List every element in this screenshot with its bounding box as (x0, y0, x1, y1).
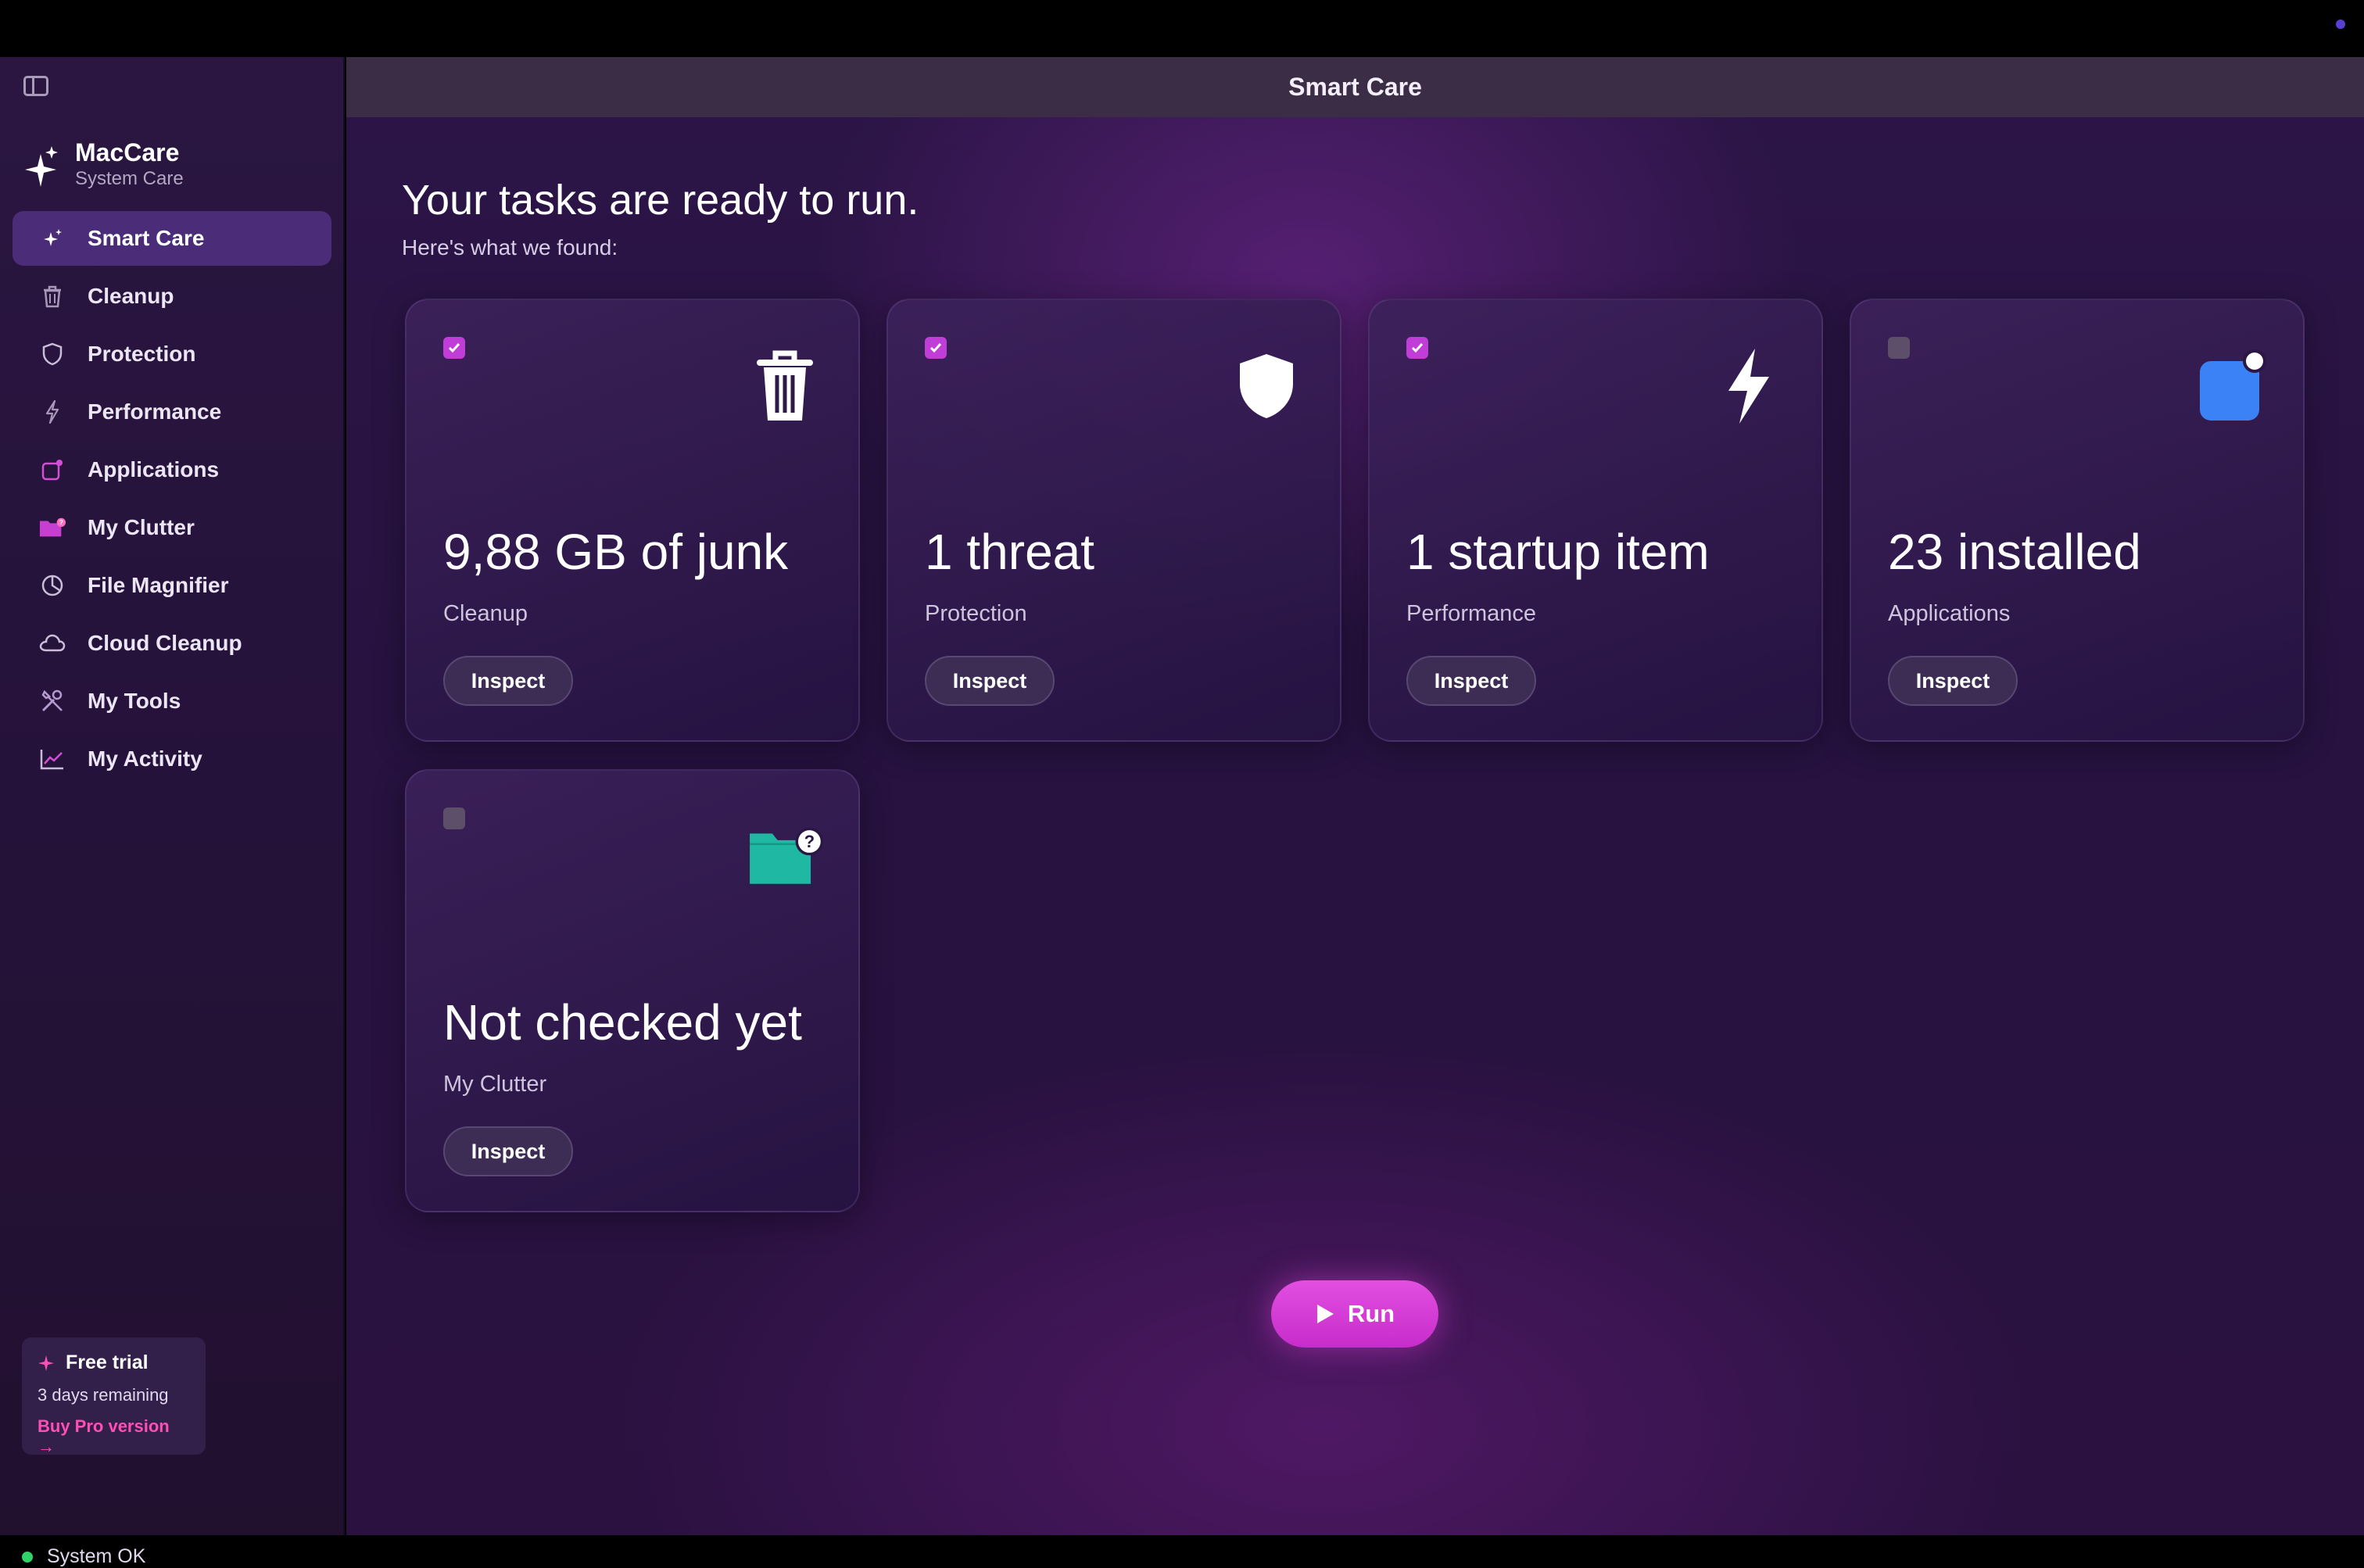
inspect-button[interactable]: Inspect (1406, 656, 1536, 706)
sidebar-item-label: My Tools (88, 689, 181, 713)
task-card-performance: 1 startup item Performance Inspect (1368, 299, 1823, 742)
sidebar-item-label: Cloud Cleanup (88, 631, 242, 655)
task-checkbox[interactable] (443, 807, 465, 829)
window-title: Smart Care (346, 57, 2364, 117)
sidebar-item-label: Protection (88, 342, 196, 366)
inspect-button[interactable]: Inspect (443, 656, 573, 706)
bolt-icon (1709, 343, 1787, 429)
trial-remaining: 3 days remaining (38, 1385, 169, 1405)
sparkle-icon (39, 225, 66, 252)
inspect-button[interactable]: Inspect (1888, 656, 2018, 706)
card-value: 1 threat (925, 524, 1095, 580)
trash-icon (39, 283, 66, 310)
sidebar-item-label: My Activity (88, 746, 202, 771)
task-card-my-clutter: ? Not checked yet My Clutter Inspect (405, 769, 860, 1212)
buy-pro-link[interactable]: Buy Pro version → (38, 1416, 190, 1457)
card-label: Protection (925, 601, 1027, 626)
sidebar-toggle-icon[interactable] (23, 76, 48, 96)
status-dot-indicator (2336, 20, 2345, 29)
sidebar-item-cloud-cleanup[interactable]: Cloud Cleanup (13, 616, 331, 671)
brand: MacCare System Care (23, 137, 184, 190)
card-label: Performance (1406, 601, 1537, 626)
card-label: My Clutter (443, 1072, 547, 1097)
sidebar-item-my-clutter[interactable]: ? My Clutter (13, 500, 331, 555)
sidebar: MacCare System Care Smart Care Cleanup P… (0, 57, 345, 1567)
app-badge-icon (2190, 343, 2269, 429)
free-trial-panel: Free trial 3 days remaining Buy Pro vers… (22, 1337, 206, 1457)
sidebar-item-my-tools[interactable]: My Tools (13, 674, 331, 729)
system-status: System OK (22, 1545, 145, 1568)
task-checkbox[interactable] (443, 337, 465, 359)
task-card-protection: 1 threat Protection Inspect (886, 299, 1341, 742)
brand-subtitle: System Care (75, 168, 184, 189)
shield-icon (1227, 343, 1306, 429)
chart-icon (39, 746, 66, 772)
run-button[interactable]: Run (1271, 1280, 1438, 1348)
sparkle-icon (38, 1355, 54, 1371)
sidebar-item-smart-care[interactable]: Smart Care (13, 211, 331, 266)
trash-icon (746, 343, 824, 429)
main-content: Smart Care Your tasks are ready to run. … (346, 57, 2364, 1535)
card-label: Cleanup (443, 601, 528, 626)
sidebar-item-protection[interactable]: Protection (13, 327, 331, 381)
folder-icon: ? (39, 514, 66, 541)
system-menu-bar (0, 0, 2364, 57)
card-value: 23 installed (1888, 524, 2141, 580)
sidebar-item-cleanup[interactable]: Cleanup (13, 269, 331, 324)
page-title: Your tasks are ready to run. (402, 177, 919, 224)
page-subtitle: Here's what we found: (402, 235, 618, 260)
brand-name: MacCare (75, 138, 180, 166)
shield-icon (39, 341, 66, 367)
run-label: Run (1347, 1300, 1395, 1327)
folder-question-icon: ? (746, 814, 824, 900)
card-value: Not checked yet (443, 994, 802, 1051)
task-checkbox[interactable] (925, 337, 947, 359)
sidebar-item-applications[interactable]: Applications (13, 442, 331, 497)
sidebar-item-file-magnifier[interactable]: File Magnifier (13, 558, 331, 613)
task-card-cleanup: 9,88 GB of junk Cleanup Inspect (405, 299, 860, 742)
card-value: 1 startup item (1406, 524, 1710, 580)
sidebar-item-label: Performance (88, 399, 222, 424)
svg-text:?: ? (59, 518, 63, 526)
tools-icon (39, 688, 66, 714)
sidebar-item-my-activity[interactable]: My Activity (13, 732, 331, 786)
status-indicator (22, 1551, 33, 1563)
inspect-button[interactable]: Inspect (925, 656, 1055, 706)
trial-title: Free trial (66, 1351, 149, 1373)
sidebar-item-label: File Magnifier (88, 573, 229, 597)
sidebar-item-label: Cleanup (88, 284, 174, 308)
sidebar-item-label: My Clutter (88, 515, 195, 539)
sidebar-item-label: Smart Care (88, 226, 205, 250)
status-label: System OK (47, 1545, 146, 1567)
sidebar-nav: Smart Care Cleanup Protection Performanc… (13, 211, 331, 789)
cloud-icon (39, 630, 66, 657)
sparkle-icon (25, 146, 58, 187)
task-checkbox[interactable] (1888, 337, 1910, 359)
task-card-applications: 23 installed Applications Inspect (1850, 299, 2305, 742)
app-icon (39, 456, 66, 483)
inspect-button[interactable]: Inspect (443, 1126, 573, 1176)
card-label: Applications (1888, 601, 2011, 626)
sidebar-item-performance[interactable]: Performance (13, 385, 331, 439)
sidebar-item-label: Applications (88, 457, 220, 481)
card-value: 9,88 GB of junk (443, 524, 789, 580)
play-icon (1316, 1305, 1334, 1323)
pie-icon (39, 572, 66, 599)
task-checkbox[interactable] (1406, 337, 1428, 359)
bolt-icon (39, 399, 66, 425)
svg-text:?: ? (804, 832, 815, 851)
